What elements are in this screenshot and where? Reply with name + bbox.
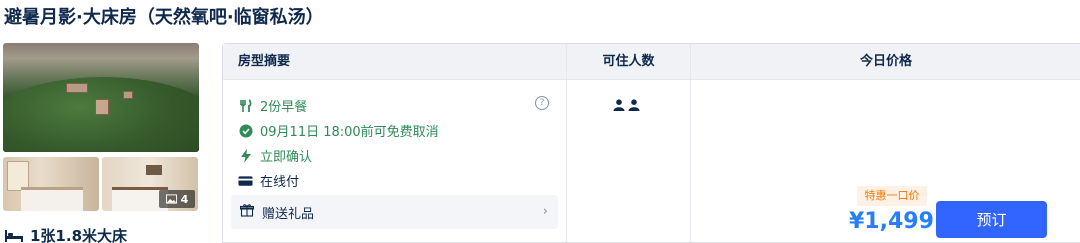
- bed-info: 1张1.8米大床: [4, 225, 127, 243]
- promo-badge: 特惠一口价: [857, 186, 927, 206]
- feature-payment: 在线付: [238, 171, 299, 190]
- lightning-icon: [238, 148, 253, 163]
- bed-icon: [5, 230, 23, 242]
- room-photo-1[interactable]: [3, 157, 99, 211]
- feature-text: 2份早餐: [260, 100, 308, 115]
- feature-breakfast: 2份早餐: [238, 96, 307, 115]
- building: [123, 91, 133, 99]
- room-title: 避暑月影·大床房（天然氧吧·临窗私汤）: [4, 7, 324, 28]
- image-icon: [165, 194, 177, 204]
- column-divider: [690, 80, 691, 242]
- rate-table: 房型摘要 可住人数 今日价格 2份早餐 ? 09月11日 18:00前可免费取消…: [222, 43, 1080, 243]
- gift-icon: [239, 203, 255, 221]
- bed: [21, 187, 83, 211]
- gift-row[interactable]: 赠送礼品 ›: [231, 195, 558, 229]
- room-photo-2[interactable]: 4: [102, 157, 198, 211]
- chevron-right-icon: ›: [542, 204, 548, 219]
- header-summary: 房型摘要: [238, 54, 291, 69]
- check-circle-icon: [238, 123, 253, 138]
- building: [95, 99, 109, 115]
- building: [66, 83, 88, 93]
- column-divider: [566, 80, 567, 242]
- person-icon: [613, 99, 625, 111]
- feature-text: 09月11日 18:00前可免费取消: [260, 125, 439, 140]
- help-icon[interactable]: ?: [535, 96, 549, 110]
- feature-cancellation[interactable]: 09月11日 18:00前可免费取消: [238, 121, 439, 140]
- header-occupancy: 可住人数: [566, 44, 690, 80]
- card-icon: [238, 173, 253, 188]
- hotel-exterior-photo[interactable]: [3, 43, 199, 152]
- feature-text: 在线付: [260, 175, 300, 190]
- occupancy-icons: [613, 99, 640, 111]
- bed-text: 1张1.8米大床: [30, 227, 128, 243]
- wall-art: [146, 165, 162, 175]
- cutlery-icon: [238, 98, 253, 113]
- photo-count: 4: [180, 192, 189, 206]
- header-price: 今日价格: [690, 44, 1080, 80]
- person-icon: [628, 99, 640, 111]
- book-button[interactable]: 预订: [936, 201, 1047, 238]
- feature-instant-confirm: 立即确认: [238, 146, 312, 165]
- feature-text: 立即确认: [260, 150, 313, 165]
- gift-text: 赠送礼品: [262, 206, 315, 222]
- table-header: 房型摘要 可住人数 今日价格: [223, 44, 1080, 80]
- photo-count-badge[interactable]: 4: [159, 190, 195, 208]
- price: ¥1,499: [849, 209, 934, 234]
